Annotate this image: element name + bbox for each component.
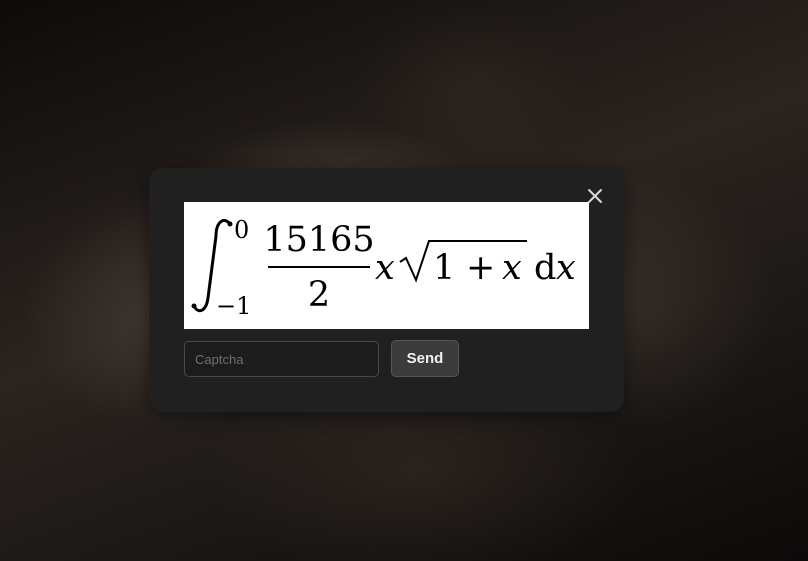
captcha-input[interactable]	[184, 341, 379, 377]
integral-lower-limit: −1	[216, 292, 251, 320]
integral-upper-limit: 0	[234, 216, 249, 244]
variable-x: x	[375, 248, 395, 288]
radicand-plus: +	[466, 248, 495, 288]
fraction-denominator: 2	[308, 275, 330, 315]
captcha-dialog: 0 −1 15165 2 x 1 + x d x Send	[149, 168, 624, 412]
radicand-x: x	[502, 248, 522, 288]
fraction-numerator: 15165	[263, 220, 374, 260]
differential-x: x	[556, 248, 576, 288]
send-button[interactable]: Send	[391, 340, 459, 377]
differential-d: d	[534, 248, 556, 288]
radicand-one: 1	[433, 248, 455, 288]
captcha-image: 0 −1 15165 2 x 1 + x d x	[184, 202, 589, 329]
captcha-formula: 0 −1 15165 2 x 1 + x d x	[191, 216, 576, 320]
